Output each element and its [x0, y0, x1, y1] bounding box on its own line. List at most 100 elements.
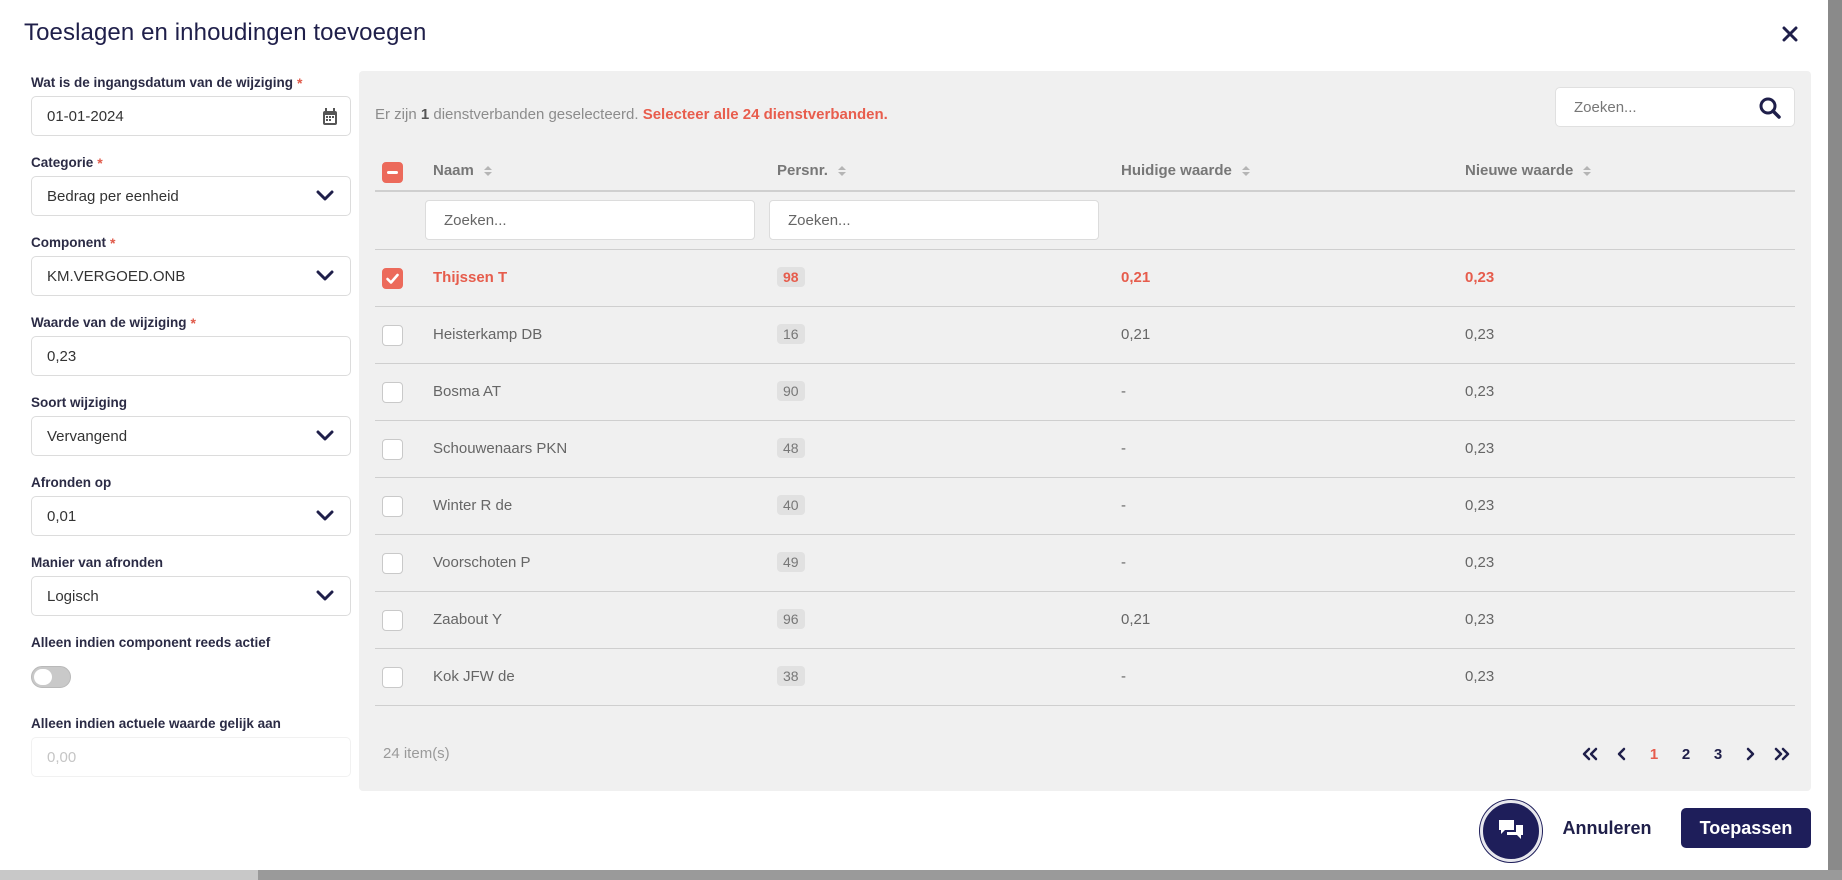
page-2-button[interactable]: 2 [1670, 742, 1702, 766]
cell-new-value: 0,23 [1465, 383, 1495, 400]
table-row[interactable]: Winter R de 40 - 0,23 [375, 478, 1795, 535]
selection-suffix: dienstverbanden geselecteerd. [433, 106, 639, 123]
table-row[interactable]: Bosma AT 90 - 0,23 [375, 364, 1795, 421]
table-row[interactable]: Heisterkamp DB 16 0,21 0,23 [375, 307, 1795, 364]
toggle-knob [34, 669, 52, 685]
name-filter-input[interactable]: Zoeken... [425, 200, 755, 240]
sort-icon [483, 165, 492, 176]
prev-page-button[interactable] [1606, 742, 1638, 766]
row-checkbox[interactable] [382, 439, 403, 460]
rounding-method-select[interactable]: Logisch [31, 576, 351, 616]
name-filter-placeholder: Zoeken... [444, 211, 507, 229]
table-row[interactable]: Kok JFW de 38 - 0,23 [375, 649, 1795, 706]
chat-button[interactable] [1480, 800, 1542, 862]
select-all-checkbox[interactable] [382, 162, 403, 183]
effective-date-field: Wat is de ingangsdatum van de wijziging *… [31, 74, 351, 136]
add-allowances-modal: Toeslagen en inhoudingen toevoegen Wat i… [0, 0, 1828, 870]
column-header-new-value-label: Nieuwe waarde [1465, 162, 1574, 179]
row-checkbox[interactable] [382, 496, 403, 517]
row-checkbox[interactable] [382, 667, 403, 688]
round-to-value: 0,01 [47, 507, 77, 525]
cell-persnr-badge: 96 [777, 609, 805, 629]
chevron-left-icon [1617, 747, 1626, 761]
column-header-persnr[interactable]: Persnr. [777, 162, 846, 179]
cell-new-value: 0,23 [1465, 611, 1495, 628]
search-icon[interactable] [1759, 97, 1781, 119]
change-value-value: 0,23 [47, 347, 77, 365]
rounding-method-field: Manier van afronden Logisch [31, 554, 351, 616]
required-mark: * [190, 315, 196, 331]
component-value: KM.VERGOED.ONB [47, 267, 186, 285]
row-checkbox[interactable] [382, 268, 403, 289]
column-header-current-value[interactable]: Huidige waarde [1121, 162, 1250, 179]
close-button[interactable] [1778, 22, 1802, 46]
change-type-select[interactable]: Vervangend [31, 416, 351, 456]
last-page-button[interactable] [1766, 742, 1798, 766]
cell-new-value: 0,23 [1465, 326, 1495, 343]
cell-current-value: - [1121, 440, 1126, 457]
effective-date-input[interactable]: 01-01-2024 [31, 96, 351, 136]
category-select[interactable]: Bedrag per eenheid [31, 176, 351, 216]
table-row[interactable]: Zaabout Y 96 0,21 0,23 [375, 592, 1795, 649]
table-row[interactable]: Voorschoten P 49 - 0,23 [375, 535, 1795, 592]
cell-persnr-badge: 16 [777, 324, 805, 344]
cell-name: Schouwenaars PKN [433, 440, 568, 457]
cell-new-value: 0,23 [1465, 497, 1495, 514]
cell-current-value: 0,21 [1121, 269, 1151, 286]
effective-date-value: 01-01-2024 [47, 107, 124, 125]
rounding-method-label: Manier van afronden [31, 555, 164, 570]
double-chevron-left-icon [1582, 747, 1598, 761]
check-icon [386, 273, 399, 284]
calendar-icon[interactable] [322, 108, 338, 126]
sort-icon [837, 165, 846, 176]
cell-name: Winter R de [433, 497, 513, 514]
row-checkbox[interactable] [382, 325, 403, 346]
category-field: Categorie * Bedrag per eenheid [31, 154, 351, 216]
column-header-name[interactable]: Naam [433, 162, 492, 179]
first-page-button[interactable] [1574, 742, 1606, 766]
apply-button[interactable]: Toepassen [1681, 808, 1811, 848]
minus-icon [387, 171, 398, 174]
filter-row: Zoeken... Zoeken... [375, 192, 1795, 250]
backdrop-sidebar-edge [0, 870, 258, 880]
selection-prefix: Er zijn [375, 106, 417, 123]
only-if-active-field: Alleen indien component reeds actief [31, 634, 351, 688]
component-field: Component * KM.VERGOED.ONB [31, 234, 351, 296]
chevron-right-icon [1746, 747, 1755, 761]
chevron-down-icon [316, 190, 334, 201]
table-row[interactable]: Schouwenaars PKN 48 - 0,23 [375, 421, 1795, 478]
table-search-input[interactable]: Zoeken... [1555, 87, 1795, 127]
cell-new-value: 0,23 [1465, 269, 1495, 286]
row-checkbox[interactable] [382, 610, 403, 631]
cancel-button[interactable]: Annuleren [1552, 808, 1662, 848]
cell-name: Bosma AT [433, 383, 502, 400]
category-value: Bedrag per eenheid [47, 187, 179, 205]
persnr-filter-placeholder: Zoeken... [788, 211, 851, 229]
change-value-field: Waarde van de wijziging * 0,23 [31, 314, 351, 376]
only-if-active-toggle[interactable] [31, 666, 71, 688]
component-select[interactable]: KM.VERGOED.ONB [31, 256, 351, 296]
selection-count: 1 [420, 106, 430, 123]
change-value-input[interactable]: 0,23 [31, 336, 351, 376]
column-header-new-value[interactable]: Nieuwe waarde [1465, 162, 1592, 179]
round-to-select[interactable]: 0,01 [31, 496, 351, 536]
row-checkbox[interactable] [382, 553, 403, 574]
only-if-equal-placeholder: 0,00 [47, 748, 77, 766]
next-page-button[interactable] [1734, 742, 1766, 766]
cell-current-value: - [1121, 554, 1126, 571]
only-if-equal-input[interactable]: 0,00 [31, 737, 351, 777]
table-row[interactable]: Thijssen T 98 0,21 0,23 [375, 250, 1795, 307]
cell-current-value: - [1121, 497, 1126, 514]
modal-backdrop [0, 870, 1842, 880]
cell-current-value: - [1121, 668, 1126, 685]
category-label: Categorie [31, 155, 94, 170]
row-checkbox[interactable] [382, 382, 403, 403]
change-type-field: Soort wijziging Vervangend [31, 394, 351, 456]
select-all-link[interactable]: Selecteer alle 24 dienstverbanden. [643, 106, 888, 123]
effective-date-label: Wat is de ingangsdatum van de wijziging [31, 75, 294, 90]
close-icon [1782, 26, 1798, 42]
page-3-button[interactable]: 3 [1702, 742, 1734, 766]
persnr-filter-input[interactable]: Zoeken... [769, 200, 1099, 240]
page-1-button[interactable]: 1 [1638, 742, 1670, 766]
round-to-label: Afronden op [31, 475, 112, 490]
